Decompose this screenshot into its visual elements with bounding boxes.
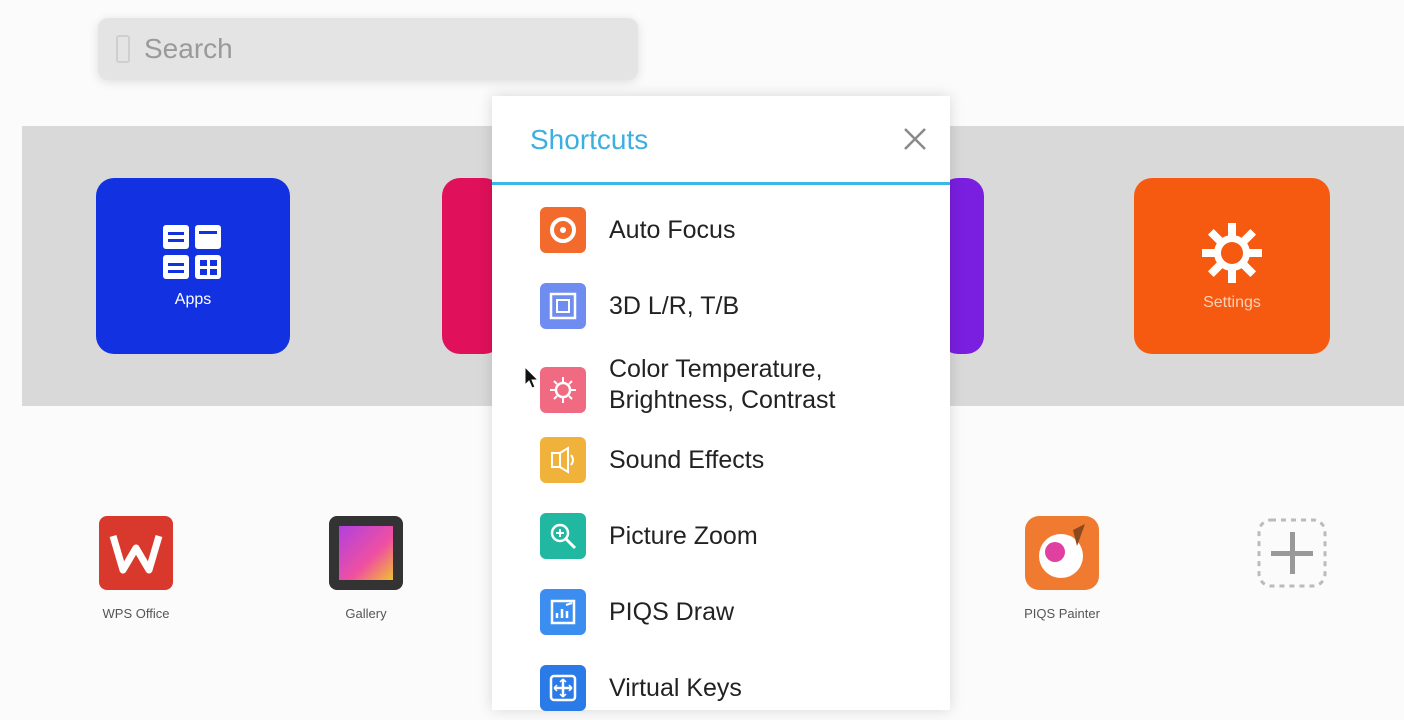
shortcut-piqs-draw[interactable]: PIQS Draw xyxy=(492,580,950,644)
shortcut-3d[interactable]: 3D L/R, T/B xyxy=(492,274,950,338)
add-app-icon xyxy=(1257,518,1327,588)
shortcut-label: Auto Focus xyxy=(609,215,736,244)
apps-tile-label: Apps xyxy=(174,291,212,308)
search-bar[interactable]: Search xyxy=(98,18,638,80)
shortcut-label: Sound Effects xyxy=(609,445,765,474)
shortcut-auto-focus[interactable]: Auto Focus xyxy=(492,198,950,262)
shortcuts-panel: Shortcuts Auto Focus 3D L/R, T/B Color T… xyxy=(492,96,950,711)
app-gallery[interactable]: Gallery xyxy=(296,516,436,621)
gallery-icon xyxy=(329,516,403,590)
mouse-cursor-icon xyxy=(524,366,540,389)
app-piqs-painter[interactable]: PIQS Painter xyxy=(992,516,1132,621)
search-icon xyxy=(116,35,130,63)
3d-icon xyxy=(540,283,586,329)
shortcut-label: Virtual Keys xyxy=(609,673,742,702)
virtual-keys-icon xyxy=(540,665,586,711)
app-wps-office[interactable]: WPS Office xyxy=(66,516,206,621)
shortcut-label-line2: Brightness, Contrast xyxy=(609,386,836,414)
settings-tile[interactable]: Settings xyxy=(1134,178,1330,354)
shortcut-label: Color Temperature, xyxy=(609,355,823,383)
gear-icon xyxy=(1202,223,1262,283)
apps-tile[interactable]: Apps xyxy=(96,178,290,354)
shortcut-label: 3D L/R, T/B xyxy=(609,291,740,320)
wps-office-icon xyxy=(99,516,173,590)
piqs-painter-icon xyxy=(1025,516,1099,590)
close-icon[interactable] xyxy=(900,124,930,154)
shortcut-label: PIQS Draw xyxy=(609,597,735,626)
add-app-button[interactable] xyxy=(1222,516,1362,590)
shortcut-label: Picture Zoom xyxy=(609,521,758,550)
shortcuts-header: Shortcuts xyxy=(492,96,950,185)
shortcuts-title: Shortcuts xyxy=(530,124,649,155)
shortcut-picture-zoom[interactable]: Picture Zoom xyxy=(492,504,950,568)
app-label: WPS Office xyxy=(102,606,170,621)
auto-focus-icon xyxy=(540,207,586,253)
zoom-icon xyxy=(540,513,586,559)
search-placeholder: Search xyxy=(144,33,233,64)
sound-effects-icon xyxy=(540,437,586,483)
piqs-draw-icon xyxy=(540,589,586,635)
shortcut-sound-effects[interactable]: Sound Effects xyxy=(492,428,950,492)
brightness-icon xyxy=(540,367,586,413)
apps-grid-icon xyxy=(163,225,221,279)
app-label: Gallery xyxy=(345,606,387,621)
shortcut-color-temperature[interactable]: Color Temperature, Brightness, Contrast xyxy=(492,352,950,428)
shortcut-label-block: Color Temperature, Brightness, Contrast xyxy=(609,354,836,416)
app-label: PIQS Painter xyxy=(1024,606,1100,621)
shortcut-virtual-keys[interactable]: Virtual Keys xyxy=(492,656,950,720)
settings-tile-label: Settings xyxy=(1203,294,1261,311)
